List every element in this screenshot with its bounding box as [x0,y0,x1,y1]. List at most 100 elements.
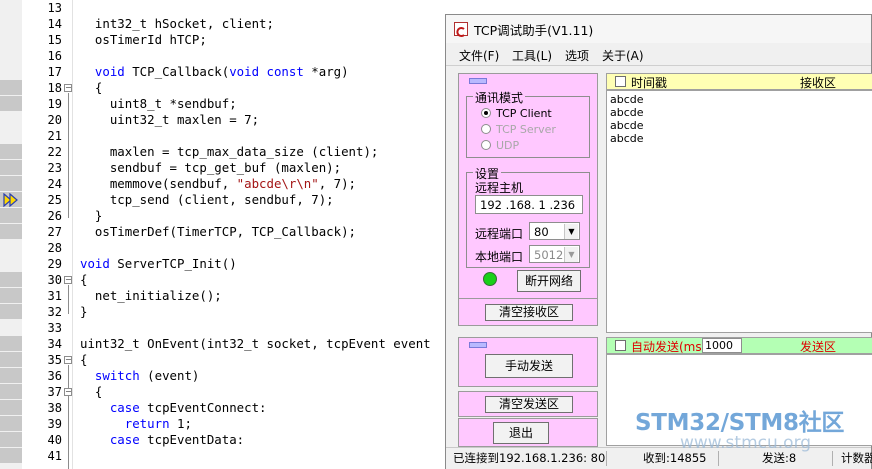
code-line[interactable]: return 1; [80,416,192,432]
radio-udp[interactable]: UDP [481,139,519,153]
code-line[interactable]: tcp_send (client, sendbuf, 7); [80,192,334,208]
breakpoint-slot[interactable] [0,416,22,431]
line-number: 37 [47,385,62,399]
breakpoint-slot[interactable] [0,80,22,95]
breakpoint-slot[interactable] [0,160,22,175]
line-number: 36 [47,369,62,383]
radio-tcp-client[interactable]: TCP Client [481,107,552,121]
auto-send-interval-input[interactable]: 1000 [702,338,742,353]
watermark-brand: STM32/STM8社区 [635,410,845,436]
breakpoint-slot[interactable] [0,144,22,159]
code-line[interactable]: osTimerId hTCP; [80,32,207,48]
radio-tcp-server[interactable]: TCP Server [481,123,556,137]
exit-panel: 退出 [458,418,598,447]
remote-host-input[interactable]: 192 .168. 1 .236 [475,195,583,214]
line-number: 32 [47,305,62,319]
code-line[interactable]: uint8_t *sendbuf; [80,96,237,112]
breakpoint-slot[interactable] [0,304,22,319]
code-line[interactable]: switch (event) [80,368,199,384]
settings-group: 设置 远程主机 192 .168. 1 .236 远程端口 80 ▼ 本地端口 … [466,165,590,268]
line-number: 38 [47,401,62,415]
code-line[interactable]: uint32_t maxlen = 7; [80,112,259,128]
status-sent: 发送:8 [725,451,833,466]
breakpoint-slot[interactable] [0,368,22,383]
breakpoint-slot[interactable] [0,384,22,399]
radio-icon [481,124,491,134]
connection-status-led [483,272,497,286]
received-line: abcde [610,93,644,106]
breakpoint-slot[interactable] [0,288,22,303]
menu-about[interactable]: 关于(A) [602,47,644,64]
breakpoint-slot[interactable] [0,432,22,447]
fold-collapse-icon[interactable]: − [64,356,72,364]
code-line[interactable]: { [80,384,102,400]
code-line[interactable]: void TCP_Callback(void const *arg) [80,64,349,80]
line-number: 31 [47,289,62,303]
code-line[interactable]: maxlen = tcp_max_data_size (client); [80,144,379,160]
line-number: 35 [47,353,62,367]
line-number: 27 [47,225,62,239]
receive-textarea[interactable]: abcde abcde abcde abcde [606,90,872,333]
menu-file[interactable]: 文件(F) [459,47,499,64]
auto-send-checkbox[interactable] [615,340,626,351]
breakpoint-slot[interactable] [0,176,22,191]
tcp-debug-window[interactable]: TCP调试助手(V1.11) 文件(F) 工具(L) 选项 关于(A) 通讯模式… [445,14,872,469]
code-line[interactable]: case tcpEventConnect: [80,400,267,416]
breakpoint-slot[interactable] [0,208,22,223]
disconnect-button[interactable]: 断开网络 [517,270,581,292]
fold-collapse-icon[interactable]: − [64,276,72,284]
code-line[interactable]: { [80,80,102,96]
title-bar[interactable]: TCP调试助手(V1.11) [446,15,871,44]
line-number: 28 [47,241,62,255]
code-line[interactable]: case tcpEventData: [80,432,244,448]
breakpoint-slot[interactable] [0,224,22,239]
line-number: 16 [47,49,62,63]
line-number: 14 [47,17,62,31]
fold-guide [68,93,69,218]
code-line[interactable]: { [80,352,87,368]
code-line[interactable]: } [80,304,87,320]
clear-send-button[interactable]: 清空发送区 [485,396,573,413]
exit-button[interactable]: 退出 [493,422,549,444]
chevron-down-icon[interactable]: ▼ [564,224,578,239]
breakpoint-slot[interactable] [0,336,22,351]
line-number: 15 [47,33,62,47]
local-port-select[interactable]: 50123 ▼ [529,245,580,263]
breakpoint-slot[interactable] [0,272,22,287]
receive-area-title: 接收区 [800,76,837,90]
menu-options[interactable]: 选项 [565,47,589,64]
fold-collapse-icon[interactable]: − [64,388,72,396]
received-line: abcde [610,106,644,119]
manual-send-button[interactable]: 手动发送 [485,354,573,378]
remote-port-select[interactable]: 80 ▼ [529,222,580,240]
breakpoint-slot[interactable] [0,400,22,415]
received-line: abcde [610,119,644,132]
breakpoint-slot[interactable] [0,96,22,111]
radio-selected-icon [481,108,491,118]
clear-recv-button[interactable]: 清空接收区 [485,304,573,321]
code-line[interactable]: { [80,272,87,288]
line-number: 13 [47,1,62,15]
code-line[interactable]: memmove(sendbuf, "abcde\r\n", 7); [80,176,356,192]
menu-tools[interactable]: 工具(L) [512,47,552,64]
code-line[interactable]: void ServerTCP_Init() [80,256,237,272]
send-header: 自动发送(ms) 1000 发送区 [606,337,872,354]
code-line[interactable]: uint32_t OnEvent(int32_t socket, tcpEven… [80,336,431,352]
code-line[interactable]: } [80,208,102,224]
line-number: 34 [47,337,62,351]
timestamp-checkbox[interactable] [615,76,626,87]
line-number: 23 [47,161,62,175]
code-line[interactable]: net_initialize(); [80,288,222,304]
breakpoint-slot[interactable] [0,352,22,367]
code-line[interactable]: osTimerDef(TimerTCP, TCP_Callback); [80,224,356,240]
code-line[interactable]: int32_t hSocket, client; [80,16,274,32]
watermark-url: www.stmcu.org [680,433,812,453]
panel-grip-icon [469,342,487,348]
fold-guide [68,365,69,469]
fold-collapse-icon[interactable]: − [64,84,72,92]
code-line[interactable]: sendbuf = tcp_get_buf (maxlen); [80,160,341,176]
line-number: 41 [47,449,62,463]
breakpoint-slot[interactable] [0,448,22,463]
chevron-down-icon[interactable]: ▼ [564,247,578,262]
clear-send-panel: 清空发送区 [458,391,598,417]
